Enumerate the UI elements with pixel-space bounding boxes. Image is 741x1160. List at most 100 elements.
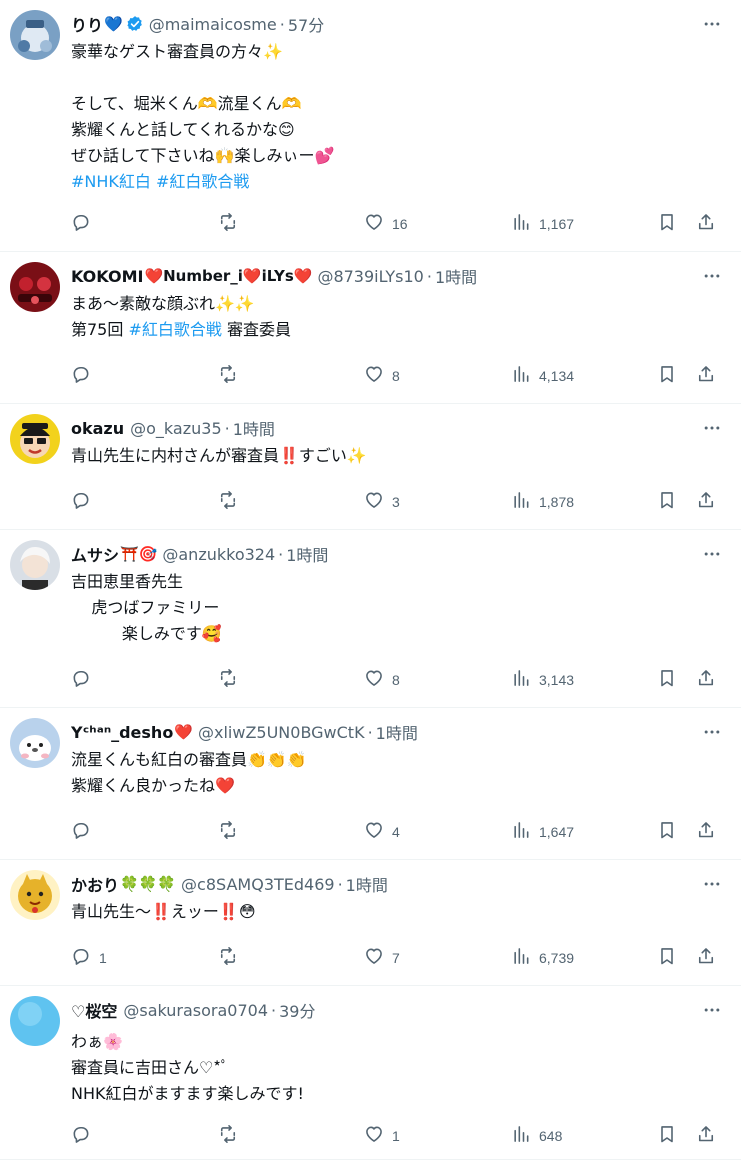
- like-button[interactable]: 7: [364, 946, 400, 970]
- share-button[interactable]: [696, 668, 716, 692]
- handle[interactable]: @o_kazu35: [130, 419, 221, 438]
- display-name-emoji[interactable]: 🍀🍀🍀: [120, 875, 176, 893]
- tweet[interactable]: okazu @o_kazu35 · 1時間 青山先生に内村さんが審査員‼️すごい✨ 3 1,…: [0, 404, 741, 530]
- reply-button[interactable]: [71, 212, 99, 236]
- tweet-line: 紫耀くん良かったね❤️: [71, 773, 721, 799]
- bookmark-button[interactable]: [657, 668, 677, 692]
- tweet-line: まあ～素敵な顔ぶれ✨✨: [71, 291, 721, 317]
- views-button[interactable]: 3,143: [511, 668, 574, 692]
- reply-button[interactable]: [71, 820, 99, 844]
- tweet[interactable]: かおり 🍀🍀🍀 @c8SAMQ3TEd469 · 1時間 青山先生～‼️えッー‼️😳 1 7 6…: [0, 860, 741, 986]
- display-name[interactable]: ムサシ: [71, 542, 119, 566]
- display-name-emoji[interactable]: ⛩️🎯: [120, 545, 157, 563]
- hashtag-link[interactable]: #紅白歌合戦: [156, 172, 249, 191]
- tweet[interactable]: ムサシ ⛩️🎯 @anzukko324 · 1時間 吉田恵里香先生 虎つばファミリー 楽し…: [0, 530, 741, 708]
- timestamp[interactable]: 1時間: [376, 720, 418, 744]
- bookmark-button[interactable]: [657, 364, 677, 388]
- share-button[interactable]: [696, 820, 716, 844]
- retweet-button[interactable]: [218, 820, 246, 844]
- like-button[interactable]: 3: [364, 490, 400, 514]
- views-button[interactable]: 648: [511, 1124, 562, 1148]
- share-button[interactable]: [696, 1124, 716, 1148]
- reply-button[interactable]: [71, 1124, 99, 1148]
- more-dots-icon[interactable]: [701, 722, 723, 742]
- bookmark-button[interactable]: [657, 946, 677, 970]
- separator-dot: ·: [337, 874, 343, 894]
- tweet[interactable]: KOKOMI ❤️Number_i❤️iLYs❤️ @8739iLYs10 · 1時間ま…: [0, 252, 741, 404]
- bookmark-button[interactable]: [657, 490, 677, 514]
- timestamp[interactable]: 39分: [279, 998, 315, 1022]
- retweet-button[interactable]: [218, 1124, 246, 1148]
- bookmark-icon: [657, 946, 677, 970]
- tweet-text: わぁ🌸 審査員に吉田さん♡*ﾟ NHK紅白がますます楽しみです!: [71, 1029, 721, 1107]
- reply-button[interactable]: [71, 668, 99, 692]
- display-name[interactable]: okazu: [71, 419, 124, 438]
- handle[interactable]: @anzukko324: [162, 545, 275, 564]
- like-button[interactable]: 16: [364, 212, 408, 236]
- like-button[interactable]: 8: [364, 668, 400, 692]
- bookmark-button[interactable]: [657, 1124, 677, 1148]
- like-button[interactable]: 1: [364, 1124, 400, 1148]
- handle[interactable]: @sakurasora0704: [123, 1001, 268, 1020]
- avatar[interactable]: [10, 540, 60, 590]
- more-dots-icon[interactable]: [701, 418, 723, 438]
- share-button[interactable]: [696, 212, 716, 236]
- timestamp[interactable]: 57分: [288, 12, 324, 36]
- tweet-line: [71, 65, 721, 91]
- more-dots-icon[interactable]: [701, 14, 723, 34]
- display-name-emoji[interactable]: ❤️Number_i❤️iLYs❤️: [144, 267, 312, 285]
- reply-button[interactable]: [71, 364, 99, 388]
- display-name-emoji[interactable]: 💙: [104, 15, 123, 33]
- bookmark-button[interactable]: [657, 820, 677, 844]
- more-dots-icon[interactable]: [701, 544, 723, 564]
- timestamp[interactable]: 1時間: [435, 264, 477, 288]
- hashtag-link[interactable]: #紅白歌合戦: [128, 320, 221, 339]
- retweet-button[interactable]: [218, 668, 246, 692]
- display-name[interactable]: ♡桜空: [71, 998, 117, 1022]
- avatar[interactable]: [10, 262, 60, 312]
- tweet[interactable]: ♡桜空 @sakurasora0704 · 39分 わぁ🌸 審査員に吉田さん♡*ﾟ NHK紅…: [0, 986, 741, 1160]
- timestamp[interactable]: 1時間: [346, 872, 388, 896]
- tweet-header: ♡桜空 @sakurasora0704 · 39分: [71, 998, 681, 1022]
- display-name[interactable]: KOKOMI: [71, 267, 143, 286]
- hashtag-link[interactable]: #NHK紅白: [71, 172, 151, 191]
- share-button[interactable]: [696, 364, 716, 388]
- more-dots-icon[interactable]: [701, 1000, 723, 1020]
- more-dots-icon[interactable]: [701, 874, 723, 894]
- bookmark-button[interactable]: [657, 212, 677, 236]
- handle[interactable]: @maimaicosme: [149, 15, 277, 34]
- display-name[interactable]: かおり: [71, 872, 119, 896]
- avatar[interactable]: [10, 414, 60, 464]
- timestamp[interactable]: 1時間: [286, 542, 328, 566]
- avatar[interactable]: [10, 718, 60, 768]
- retweet-button[interactable]: [218, 946, 246, 970]
- avatar[interactable]: [10, 996, 60, 1046]
- share-button[interactable]: [696, 490, 716, 514]
- views-button[interactable]: 4,134: [511, 364, 574, 388]
- retweet-button[interactable]: [218, 364, 246, 388]
- share-button[interactable]: [696, 946, 716, 970]
- more-dots-icon[interactable]: [701, 266, 723, 286]
- retweet-button[interactable]: [218, 212, 246, 236]
- avatar[interactable]: [10, 870, 60, 920]
- display-name[interactable]: Yᶜʰᵃⁿ_desho: [71, 723, 173, 742]
- handle[interactable]: @c8SAMQ3TEd469: [181, 875, 335, 894]
- retweet-button[interactable]: [218, 490, 246, 514]
- like-button[interactable]: 8: [364, 364, 400, 388]
- reply-button[interactable]: [71, 490, 99, 514]
- timestamp[interactable]: 1時間: [233, 416, 275, 440]
- tweet-text: 豪華なゲスト審査員の方々✨ そして、堀米くん🫶流星くん🫶 紫耀くんと話してくれるかな…: [71, 39, 721, 195]
- tweet[interactable]: Yᶜʰᵃⁿ_desho ❤️ @xliwZ5UN0BGwCtK · 1時間 流星くんも紅白…: [0, 708, 741, 860]
- tweet[interactable]: りり 💙 @maimaicosme · 57分 豪華なゲスト審査員の方々✨ そして、堀米くん…: [0, 0, 741, 252]
- views-button[interactable]: 1,647: [511, 820, 574, 844]
- views-button[interactable]: 6,739: [511, 946, 574, 970]
- reply-button[interactable]: 1: [71, 946, 107, 970]
- like-button[interactable]: 4: [364, 820, 400, 844]
- avatar[interactable]: [10, 10, 60, 60]
- display-name[interactable]: りり: [71, 12, 103, 36]
- handle[interactable]: @8739iLYs10: [317, 267, 423, 286]
- views-button[interactable]: 1,878: [511, 490, 574, 514]
- handle[interactable]: @xliwZ5UN0BGwCtK: [198, 723, 365, 742]
- display-name-emoji[interactable]: ❤️: [174, 723, 193, 741]
- views-button[interactable]: 1,167: [511, 212, 574, 236]
